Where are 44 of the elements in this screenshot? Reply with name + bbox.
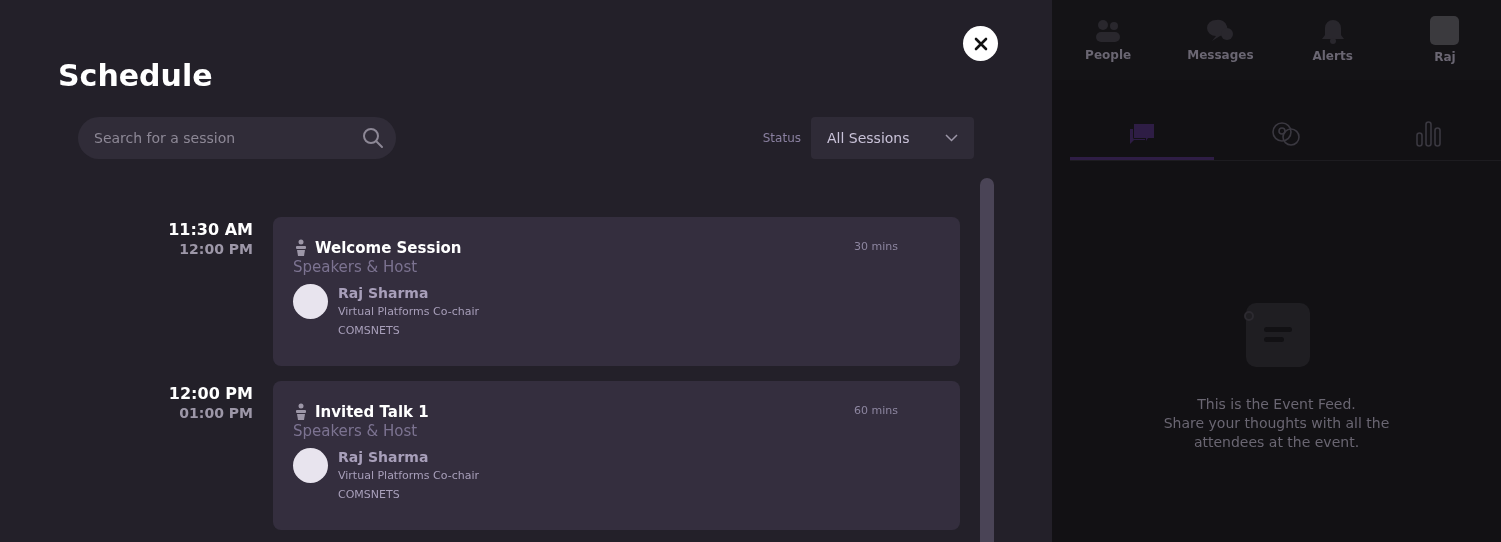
session-card[interactable]: Invited Talk 1 60 mins Speakers & Host Raj Sharma Virtual Platforms Co-chair COMSNETS [273,381,960,530]
session-duration: 30 mins [854,240,898,253]
speaker-name: Raj Sharma [338,448,430,466]
session-start-time: 12:00 PM [168,384,253,404]
bell-icon [1320,17,1345,44]
speaker-role: Virtual Platforms Co-chair [338,304,479,320]
search-icon [362,127,384,149]
status-label: Status [762,131,801,145]
speaker-name: Raj Sharma [338,284,430,302]
session-title: Welcome Session [315,239,462,257]
bar-chart-icon [1415,119,1444,148]
session-category: Speakers & Host [293,258,419,276]
speaker-organization: COMSNETS [338,487,401,503]
speaker-organization: COMSNETS [338,323,401,339]
speaker-role: Virtual Platforms Co-chair [338,468,479,484]
session-end-time: 01:00 PM [179,404,253,422]
session-start-time: 11:30 AM [168,220,253,240]
session-category: Speakers & Host [293,422,419,440]
session-duration: 60 mins [854,404,898,417]
session-title: Invited Talk 1 [315,403,429,421]
scrollbar-thumb[interactable] [980,178,994,542]
nav-item[interactable]: Alerts [1276,0,1389,80]
event-feed-message: This is the Event Feed. Share your thoughts with all the attendees at the event. [1162,395,1391,452]
nav-item[interactable]: Messages [1164,0,1277,80]
speaker-podium-icon [293,239,309,257]
nav-item[interactable]: Raj [1388,0,1501,80]
note-icon [1243,301,1310,367]
chevron-down-icon [945,134,958,142]
people-icon [1095,18,1122,43]
search-bar[interactable]: Search for a session [78,117,396,159]
avatar-placeholder [1430,16,1460,45]
close-button[interactable] [963,26,998,61]
close-icon [973,36,988,51]
chat-bubbles-icon [1206,18,1235,43]
speaker-podium-icon [293,403,309,421]
chat-bubbles-icon [1127,121,1156,146]
avatar-placeholder [293,284,328,319]
status-dropdown[interactable]: All Sessions [811,117,974,159]
search-field[interactable]: Search for a session [92,129,362,147]
nav-item[interactable]: People [1052,0,1165,80]
avatar-placeholder [293,448,328,483]
schedule-title: Schedule [58,58,214,94]
session-end-time: 12:00 PM [179,240,253,258]
session-card[interactable]: Welcome Session 30 mins Speakers & Host Raj Sharma Virtual Platforms Co-chair COMSNETS [273,217,960,366]
